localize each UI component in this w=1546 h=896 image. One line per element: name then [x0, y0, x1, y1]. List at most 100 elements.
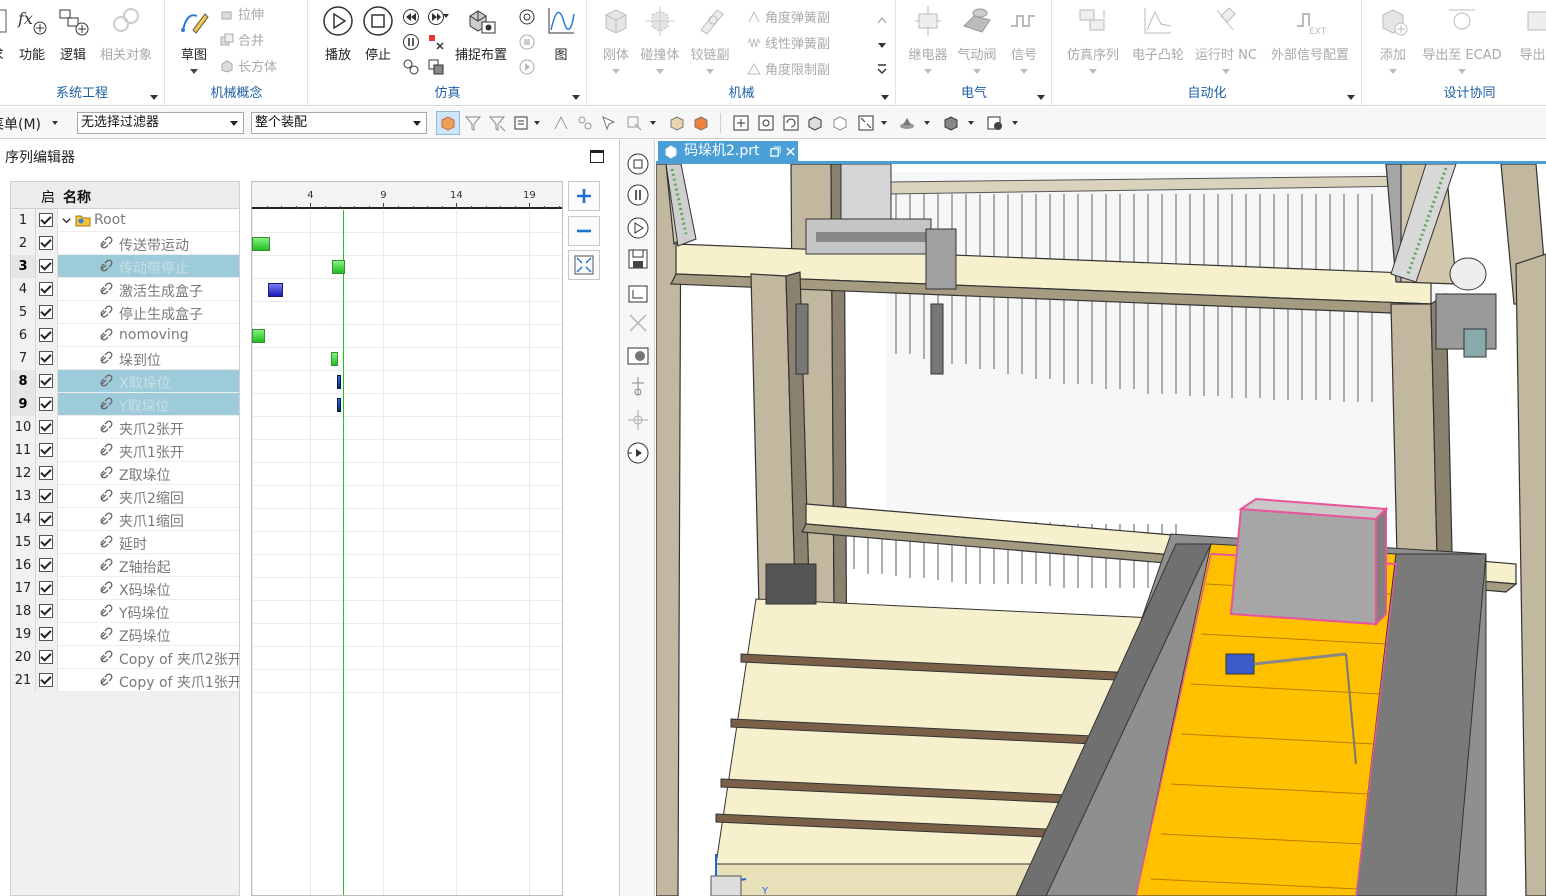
timeline-ruler[interactable]: 4 9 14 19	[252, 182, 562, 209]
chevron-down-icon[interactable]	[190, 69, 198, 74]
show-hide-icon[interactable]	[986, 114, 1004, 132]
selection-scope-combo[interactable]: 整个装配	[251, 112, 427, 134]
extrude-button[interactable]: 拉伸	[220, 5, 264, 27]
chevron-down-icon[interactable]	[973, 69, 981, 74]
function-button[interactable]: fx 功能	[9, 4, 55, 80]
record-icon[interactable]	[518, 33, 536, 51]
electronic-cam-button[interactable]: 电子凸轮	[1129, 4, 1187, 80]
feature-select-icon[interactable]	[513, 114, 531, 132]
table-row[interactable]: 12 Z取垛位	[11, 462, 239, 485]
chevron-down-icon[interactable]	[1089, 69, 1097, 74]
play-icon[interactable]	[626, 216, 650, 240]
linear-spring-button[interactable]: 线性弹簧副	[747, 34, 830, 56]
chevron-down-icon[interactable]	[1222, 69, 1230, 74]
name-cell[interactable]: 垛到位	[58, 347, 239, 370]
relay-button[interactable]: 继电器	[905, 4, 951, 80]
enable-checkbox[interactable]	[39, 673, 53, 687]
operation-bar[interactable]	[336, 375, 341, 389]
table-row[interactable]: 4 激活生成盒子	[11, 278, 239, 301]
name-cell[interactable]: 延时	[58, 531, 239, 554]
chevron-down-icon[interactable]	[612, 69, 620, 74]
name-cell[interactable]: 夹爪2缩回	[58, 485, 239, 508]
zoom-in-button[interactable]	[568, 181, 600, 211]
export-ecad-button[interactable]: 导出至 ECAD	[1418, 4, 1506, 80]
render-style-icon[interactable]	[898, 114, 916, 132]
enable-checkbox[interactable]	[39, 489, 53, 503]
enable-checkbox[interactable]	[39, 397, 53, 411]
rewind-icon[interactable]	[402, 8, 420, 26]
name-cell[interactable]: Z轴抬起	[58, 554, 239, 577]
enable-checkbox[interactable]	[39, 512, 53, 526]
chevron-down-icon[interactable]	[534, 121, 540, 125]
fit-timeline-button[interactable]	[568, 250, 600, 280]
enable-checkbox[interactable]	[39, 466, 53, 480]
enable-checkbox[interactable]	[39, 351, 53, 365]
scroll-up-icon[interactable]	[873, 12, 891, 30]
enable-checkbox[interactable]	[39, 581, 53, 595]
column-header-name[interactable]: 名称	[63, 187, 91, 207]
time-cursor[interactable]	[343, 210, 344, 895]
name-cell[interactable]: Z码垛位	[58, 623, 239, 646]
name-cell[interactable]: 夹爪1张开	[58, 439, 239, 462]
chevron-down-icon[interactable]	[650, 121, 656, 125]
view-box-icon[interactable]	[668, 114, 686, 132]
maximize-icon[interactable]	[590, 150, 604, 163]
tab-part-file[interactable]: 码垛机2.prt	[658, 141, 798, 162]
table-row[interactable]: 11 夹爪1张开	[11, 439, 239, 462]
enable-checkbox[interactable]	[39, 374, 53, 388]
name-cell[interactable]: X码垛位	[58, 577, 239, 600]
save-icon[interactable]	[626, 247, 650, 271]
copy-icon[interactable]	[427, 58, 445, 76]
table-row[interactable]: 16 Z轴抬起	[11, 554, 239, 577]
logic-button[interactable]: 逻辑	[50, 4, 96, 80]
operation-bar[interactable]	[252, 329, 266, 343]
operation-bar[interactable]	[252, 237, 270, 251]
table-row[interactable]: 9 Y取垛位	[11, 393, 239, 416]
enable-checkbox[interactable]	[39, 443, 53, 457]
name-cell[interactable]: 停止生成盒子	[58, 301, 239, 324]
table-row[interactable]: 8 X取垛位	[11, 370, 239, 393]
palletizer-3d-model[interactable]: Y	[656, 164, 1546, 896]
chevron-down-icon[interactable]	[1020, 69, 1028, 74]
name-cell[interactable]: Y取垛位	[58, 393, 239, 416]
name-cell[interactable]: 夹爪2张开	[58, 416, 239, 439]
edit-object-icon[interactable]	[942, 114, 960, 132]
add-link-icon[interactable]	[626, 374, 650, 398]
sketch-button[interactable]: 草图	[171, 4, 217, 80]
fullscreen-icon[interactable]	[857, 114, 875, 132]
enable-checkbox[interactable]	[39, 259, 53, 273]
table-row[interactable]: 18 Y码垛位	[11, 600, 239, 623]
enable-checkbox[interactable]	[39, 604, 53, 618]
stop-button[interactable]: 停止	[355, 4, 401, 80]
table-row[interactable]: 21 Copy of 夹爪1张开	[11, 669, 239, 692]
chevron-down-icon[interactable]	[52, 121, 58, 125]
table-row[interactable]: 19 Z码垛位	[11, 623, 239, 646]
stop-icon[interactable]	[626, 152, 650, 176]
enable-checkbox[interactable]	[39, 236, 53, 250]
table-row[interactable]: 3 传动带停止	[11, 255, 239, 278]
name-cell[interactable]: 传动带停止	[58, 255, 239, 278]
name-cell[interactable]: 传送带运动	[58, 232, 239, 255]
rigid-body-button[interactable]: 刚体	[593, 4, 639, 80]
selection-filter-combo[interactable]: 无选择过滤器	[77, 112, 244, 134]
group-expand-icon[interactable]	[1037, 95, 1045, 100]
move-axis-icon[interactable]	[626, 408, 650, 432]
external-signal-button[interactable]: EXT 外部信号配置	[1265, 4, 1355, 80]
pneumatic-valve-button[interactable]: 气动阀	[954, 4, 1000, 80]
menu-button[interactable]: 菜单(M)	[0, 114, 41, 134]
operation-bar[interactable]	[268, 283, 283, 297]
table-row[interactable]: 6 nomoving	[11, 324, 239, 347]
snapshot-icon[interactable]	[427, 33, 445, 51]
angle-limit-button[interactable]: 角度限制副	[747, 60, 830, 82]
enable-checkbox[interactable]	[39, 535, 53, 549]
step-icon[interactable]	[518, 58, 536, 76]
collision-icon[interactable]	[626, 344, 650, 368]
name-cell[interactable]: 夹爪1缩回	[58, 508, 239, 531]
block-button[interactable]: 长方体	[220, 57, 277, 79]
table-row[interactable]: 17 X码垛位	[11, 577, 239, 600]
filter-icon[interactable]	[464, 114, 482, 132]
fast-forward-icon[interactable]	[427, 8, 445, 26]
layer-icon[interactable]	[831, 114, 849, 132]
table-row[interactable]: 2 传送带运动	[11, 232, 239, 255]
snap-grid-icon[interactable]	[552, 114, 570, 132]
